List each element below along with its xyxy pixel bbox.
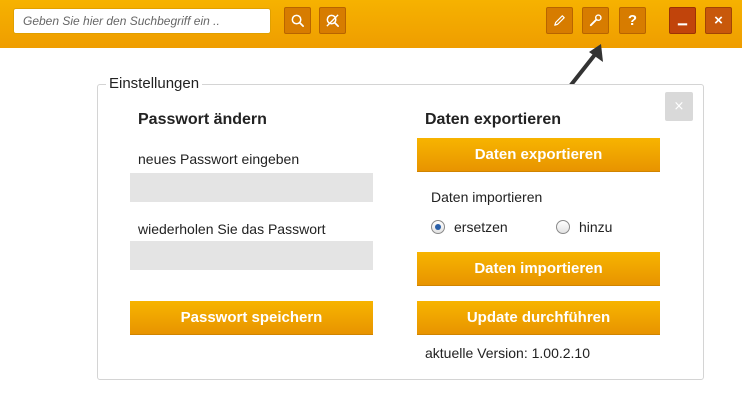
radio-ersetzen-label: ersetzen bbox=[454, 219, 508, 235]
edit-button[interactable] bbox=[546, 7, 573, 34]
wrench-icon bbox=[589, 14, 602, 27]
clear-search-button[interactable] bbox=[319, 7, 346, 34]
settings-button[interactable] bbox=[582, 7, 609, 34]
version-text: aktuelle Version: 1.00.2.10 bbox=[425, 345, 591, 361]
repeat-password-label: wiederholen Sie das Passwort bbox=[138, 221, 326, 237]
search-off-icon bbox=[326, 14, 339, 27]
radio-ersetzen[interactable] bbox=[431, 220, 445, 234]
help-button[interactable]: ? bbox=[619, 7, 646, 34]
pencil-icon bbox=[554, 15, 565, 26]
repeat-password-field[interactable] bbox=[130, 241, 373, 270]
close-button[interactable]: × bbox=[705, 7, 732, 34]
close-icon: × bbox=[673, 99, 685, 114]
search-button[interactable] bbox=[284, 7, 311, 34]
top-toolbar: Geben Sie hier den Suchbegriff ein .. ? bbox=[0, 0, 742, 48]
data-heading: Daten exportieren bbox=[425, 111, 562, 128]
minimize-icon bbox=[677, 23, 688, 26]
save-password-button[interactable]: Passwort speichern bbox=[130, 301, 373, 335]
settings-panel-title: Einstellungen bbox=[106, 75, 203, 92]
minimize-button[interactable] bbox=[669, 7, 696, 34]
update-button[interactable]: Update durchführen bbox=[417, 301, 660, 335]
help-icon: ? bbox=[627, 12, 638, 29]
new-password-field[interactable] bbox=[130, 173, 373, 202]
radio-hinzu-label: hinzu bbox=[579, 219, 613, 235]
close-icon: × bbox=[714, 12, 723, 29]
search-icon bbox=[291, 14, 304, 27]
import-data-button[interactable]: Daten importieren bbox=[417, 252, 660, 286]
import-data-label: Daten importieren bbox=[431, 189, 543, 205]
search-input[interactable]: Geben Sie hier den Suchbegriff ein .. bbox=[13, 8, 271, 34]
new-password-label: neues Passwort eingeben bbox=[138, 151, 300, 167]
export-data-button[interactable]: Daten exportieren bbox=[417, 138, 660, 172]
radio-hinzu[interactable] bbox=[556, 220, 570, 234]
password-heading: Passwort ändern bbox=[138, 111, 267, 128]
panel-close-button[interactable]: × bbox=[665, 92, 693, 121]
